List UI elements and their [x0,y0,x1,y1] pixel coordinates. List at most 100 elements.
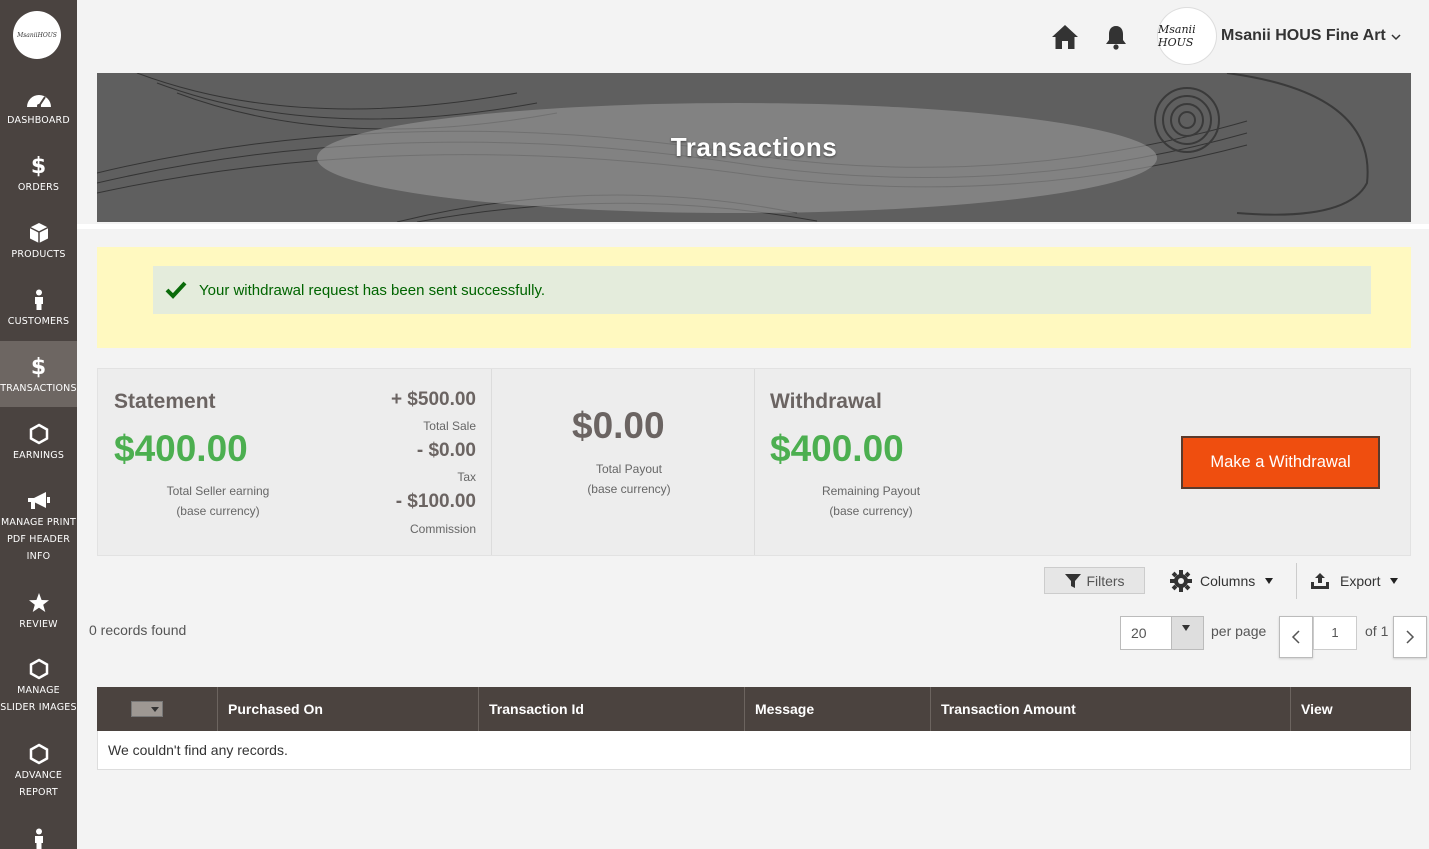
bell-icon[interactable] [1104,24,1128,50]
star-icon [0,592,77,614]
column-transaction-id[interactable]: Transaction Id [479,687,745,731]
home-icon[interactable] [1051,23,1079,51]
filter-icon [1065,573,1082,588]
columns-button[interactable]: Columns [1170,567,1274,594]
table-header: Purchased On Transaction Id Message Tran… [97,687,1411,731]
sidebar-item-label: ADVANCE REPORT [14,770,63,798]
checkmark-icon [165,281,187,299]
box-icon [0,222,77,244]
statement-title: Statement [114,390,216,413]
per-page-value: 20 [1131,625,1147,641]
tax-label: Tax [457,470,476,484]
total-payout-value: $0.00 [572,405,665,446]
export-icon [1311,572,1329,589]
sidebar-item-products[interactable]: PRODUCTS [0,222,77,282]
export-button[interactable]: Export [1310,567,1399,594]
columns-label: Columns [1200,572,1256,589]
remaining-payout-value: $400.00 [770,428,904,469]
dashboard-gauge-icon [0,88,77,110]
total-seller-earning-caption: Total Seller earning [166,484,270,498]
previous-page-button[interactable] [1279,616,1313,658]
person-icon [0,289,77,311]
export-label: Export [1340,572,1381,589]
avatar[interactable]: Msanii HOUS [1157,7,1217,65]
column-message[interactable]: Message [745,687,931,731]
remaining-payout-caption: Remaining Payout [821,484,921,498]
sidebar-item-manage-print-pdf-header-info[interactable]: MANAGE PRINT PDF HEADER INFO [0,490,77,570]
sidebar-item-advance-report[interactable]: ADVANCE REPORT [0,743,77,807]
store-name[interactable]: Msanii HOUS Fine Art [1221,27,1386,45]
hexagon-icon [0,658,77,680]
sidebar-item-label: REVIEW [19,619,58,630]
base-currency-caption: (base currency) [176,504,260,518]
caret-down-icon [1265,577,1274,584]
sidebar-item-label: MANAGE SLIDER IMAGES [0,685,77,713]
commission-value: - $100.00 [395,491,476,512]
total-sale-value: + $500.00 [390,389,476,410]
gear-icon [1170,569,1192,592]
caret-down-icon[interactable] [1171,617,1203,649]
filters-button[interactable]: Filters [1044,567,1145,594]
success-message-text: Your withdrawal request has been sent su… [199,281,546,299]
hexagon-icon [0,423,77,445]
sidebar-item-earnings[interactable]: EARNINGS [0,423,77,483]
sidebar-item-label: MANAGE PRINT PDF HEADER INFO [1,517,76,562]
next-page-button[interactable] [1393,616,1427,658]
transactions-table: Purchased On Transaction Id Message Tran… [97,687,1411,770]
records-count: 0 records found [89,622,187,638]
sidebar-item-label: DASHBOARD [7,115,70,126]
current-page-input[interactable]: 1 [1313,616,1357,650]
total-sale-label: Total Sale [423,419,476,433]
success-message: Your withdrawal request has been sent su… [153,266,1371,314]
sidebar: MsaniiHOUS DASHBOARD $ ORDERS PRODUCTS C… [0,0,77,849]
dollar-icon: $ [30,153,47,179]
sidebar-item-orders[interactable]: $ ORDERS [0,155,77,215]
commission-label: Commission [409,522,476,536]
sidebar-item-customers[interactable]: CUSTOMERS [0,289,77,349]
total-seller-earning-label: Total Seller earning (base currency) [148,481,288,521]
mass-select-dropdown[interactable] [131,701,163,717]
sidebar-item-label: EARNINGS [12,450,65,461]
remaining-payout-label: Remaining Payout (base currency) [801,481,941,521]
withdrawal-title: Withdrawal [770,390,882,413]
person-icon [0,828,77,849]
sidebar-item-label: CUSTOMERS [7,316,70,327]
hexagon-icon [0,743,77,765]
notice-area: Your withdrawal request has been sent su… [97,247,1411,348]
sidebar-item-dashboard[interactable]: DASHBOARD [0,88,77,148]
empty-table-message: We couldn't find any records. [97,731,1411,770]
brand-logo[interactable]: MsaniiHOUS [13,11,61,59]
column-view[interactable]: View [1291,687,1411,731]
mass-action-column [97,687,218,731]
chevron-left-icon [1291,630,1300,644]
per-page-select[interactable]: 20 [1120,616,1204,650]
base-currency-caption: (base currency) [587,482,671,496]
page-title: Transactions [670,132,838,162]
column-divider [491,369,492,555]
column-divider [754,369,755,555]
chevron-down-icon[interactable] [1390,32,1402,42]
tax-value: - $0.00 [416,440,476,461]
filters-label: Filters [1086,572,1125,589]
base-currency-caption: (base currency) [829,504,913,518]
sidebar-item-label: PRODUCTS [11,249,66,260]
sidebar-item-review[interactable]: REVIEW [0,592,77,652]
brand-logo-text: MsaniiHOUS [17,31,57,39]
page-count: of 1 [1365,623,1389,639]
total-seller-earning-value: $400.00 [114,428,248,469]
per-page-label: per page [1211,623,1267,639]
sidebar-item-manage-slider-images[interactable]: MANAGE SLIDER IMAGES [0,658,77,722]
total-payout-caption: Total Payout [595,462,663,476]
divider [77,224,1429,229]
chevron-right-icon [1406,630,1415,644]
sidebar-item-label: TRANSACTIONS [0,383,77,394]
column-purchased-on[interactable]: Purchased On [218,687,479,731]
make-withdrawal-button[interactable]: Make a Withdrawal [1181,436,1380,489]
avatar-text: Msanii HOUS [1158,23,1196,49]
sidebar-item-label: ORDERS [17,182,60,193]
dollar-icon: $ [30,354,47,380]
sidebar-item-transactions[interactable]: $ TRANSACTIONS [0,341,77,407]
sidebar-item-more[interactable] [0,828,77,849]
earnings-summary: Statement $400.00 Total Seller earning (… [97,368,1411,556]
column-transaction-amount[interactable]: Transaction Amount [931,687,1291,731]
